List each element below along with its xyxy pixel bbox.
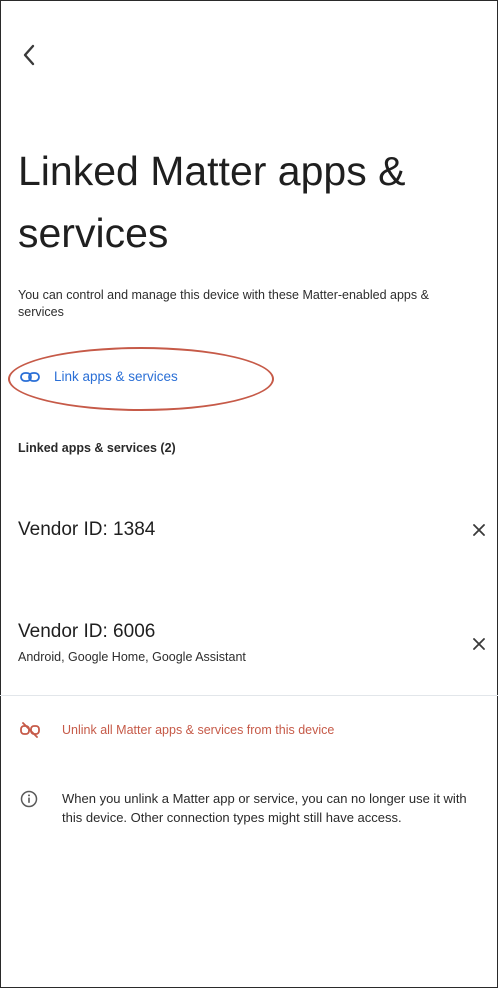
link-apps-label: Link apps & services bbox=[54, 369, 178, 384]
vendor-item: Vendor ID: 6006 Android, Google Home, Go… bbox=[18, 620, 488, 664]
unlink-all-label: Unlink all Matter apps & services from t… bbox=[62, 723, 335, 737]
page-title: Linked Matter apps & services bbox=[18, 148, 406, 256]
info-icon bbox=[20, 790, 38, 808]
link-off-icon bbox=[20, 722, 40, 738]
link-icon bbox=[20, 371, 40, 382]
info-notice: When you unlink a Matter app or service,… bbox=[20, 789, 490, 827]
close-icon bbox=[473, 638, 485, 650]
link-apps-button[interactable]: Link apps & services bbox=[20, 369, 178, 384]
vendor-item: Vendor ID: 1384 bbox=[18, 518, 488, 542]
back-button[interactable] bbox=[14, 40, 44, 70]
page-description: You can control and manage this device w… bbox=[18, 288, 429, 319]
close-icon bbox=[473, 524, 485, 536]
divider bbox=[0, 695, 498, 696]
remove-vendor-button[interactable] bbox=[468, 519, 490, 541]
vendor-name: Vendor ID: 6006 bbox=[18, 621, 156, 642]
back-arrow-icon bbox=[23, 44, 35, 66]
vendor-name: Vendor ID: 1384 bbox=[18, 519, 156, 540]
vendor-apps: Android, Google Home, Google Assistant bbox=[18, 650, 246, 664]
linked-section-header: Linked apps & services (2) bbox=[18, 441, 176, 455]
unlink-all-button[interactable]: Unlink all Matter apps & services from t… bbox=[20, 722, 334, 738]
remove-vendor-button[interactable] bbox=[468, 633, 490, 655]
info-text: When you unlink a Matter app or service,… bbox=[62, 791, 467, 825]
